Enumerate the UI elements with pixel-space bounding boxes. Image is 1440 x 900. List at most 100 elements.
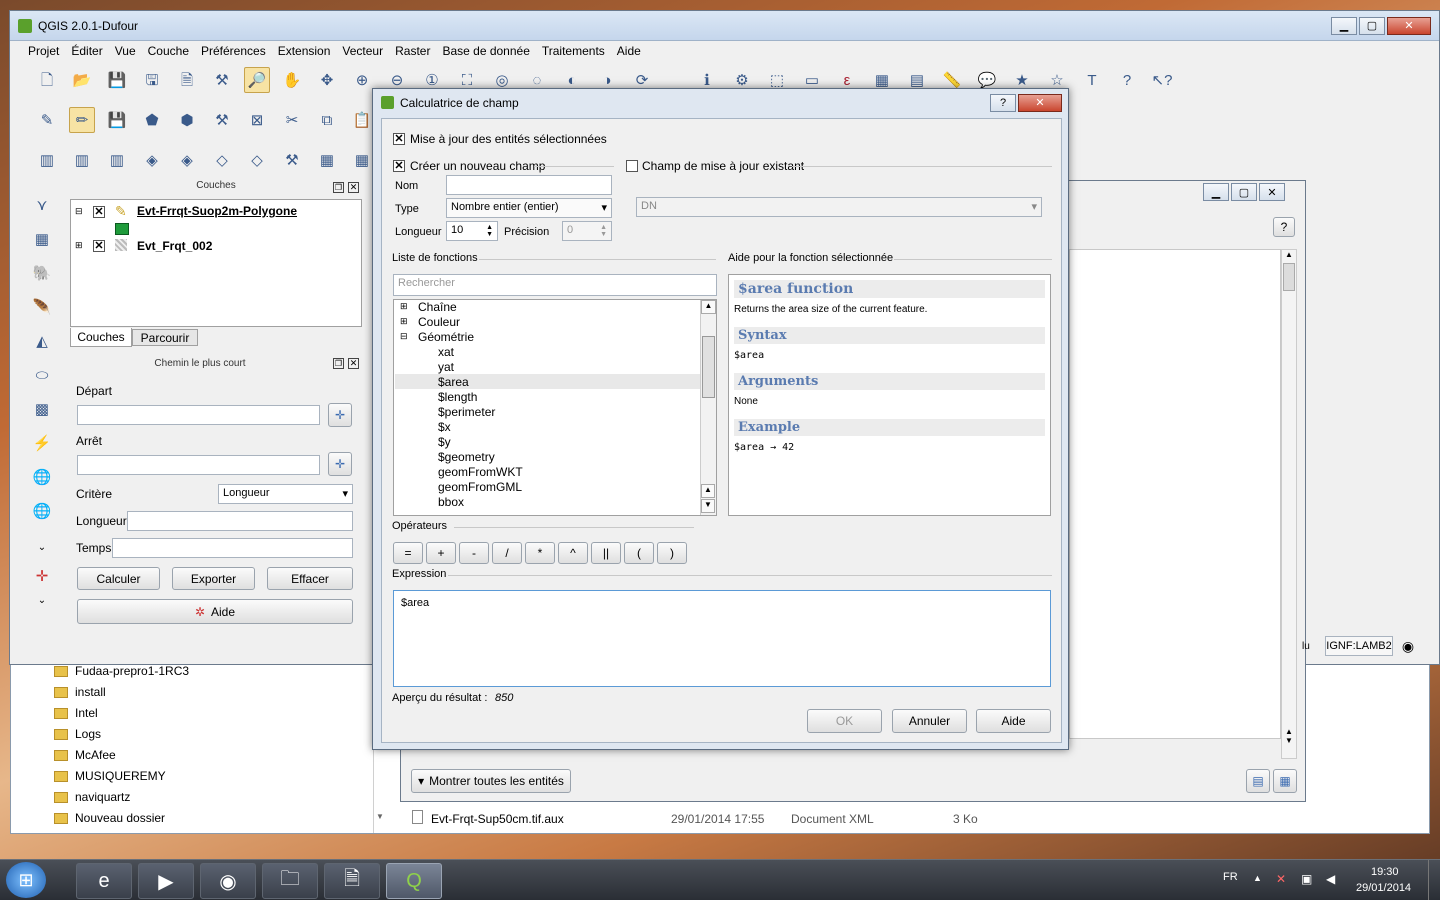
menu-vue[interactable]: Vue <box>115 44 136 58</box>
add-raster-layer-icon[interactable]: ▦ <box>29 226 55 252</box>
add-part-icon[interactable]: ◈ <box>174 147 200 173</box>
scroll-up-icon[interactable]: ▲ <box>701 300 716 314</box>
float-panel-icon[interactable]: ❐ <box>333 358 344 369</box>
explorer-folder-2[interactable]: Intel <box>54 706 98 720</box>
add-oracle-layer-icon[interactable]: ⬭ <box>29 362 55 388</box>
close-button[interactable]: ✕ <box>1018 93 1062 112</box>
critere-select[interactable]: Longueur ▾ <box>218 484 353 504</box>
table-view-icon[interactable]: ▤ <box>1246 769 1270 793</box>
menu-editer[interactable]: Éditer <box>71 44 102 58</box>
log-messages-icon[interactable]: ◉ <box>1397 636 1419 656</box>
whats-this-icon[interactable]: ↖? <box>1149 67 1175 93</box>
exporter-button[interactable]: Exporter <box>172 567 255 590</box>
scroll-thumb[interactable] <box>702 336 715 398</box>
copy-features-icon[interactable]: ⧉ <box>314 108 340 134</box>
node-tool-icon[interactable]: ⚒ <box>209 107 235 133</box>
network-alert-icon[interactable]: ✕ <box>1276 872 1286 886</box>
annuler-button[interactable]: Annuler <box>892 709 967 733</box>
explorer-folder-5[interactable]: MUSIQUEREMY <box>54 769 166 783</box>
tree-item-length[interactable]: $length <box>438 390 477 404</box>
layer-visibility-checkbox[interactable]: ✕ <box>93 240 105 252</box>
new-print-composer-icon[interactable]: 🗎 <box>174 70 200 96</box>
clock-time[interactable]: 19:30 <box>1371 866 1399 878</box>
menu-extension[interactable]: Extension <box>278 44 331 58</box>
offset-curve-icon[interactable]: ▦ <box>314 147 340 173</box>
layer-symbol-icon[interactable] <box>115 223 129 235</box>
effacer-button[interactable]: Effacer <box>267 567 353 590</box>
scroll-thumb[interactable] <box>1283 263 1295 291</box>
layer-visibility-checkbox[interactable]: ✕ <box>93 206 105 218</box>
scroll-down-icon[interactable]: ▲ ▼ <box>1281 727 1297 757</box>
scroll-up-icon[interactable]: ▲ <box>701 484 715 498</box>
existing-field-select[interactable]: DN ▾ <box>636 197 1042 217</box>
show-all-features-button[interactable]: ▾ Montrer toutes les entités <box>411 769 571 793</box>
crosshair-icon[interactable]: ✛ <box>29 563 55 589</box>
crs-button[interactable]: IGNF:LAMB2 <box>1325 636 1393 656</box>
cut-features-icon[interactable]: ✂ <box>279 107 305 133</box>
composer-manager-icon[interactable]: ⚒ <box>209 67 235 93</box>
operator-minus-button[interactable]: - <box>459 542 489 564</box>
close-panel-icon[interactable]: ✕ <box>348 182 359 193</box>
close-panel-icon[interactable]: ✕ <box>348 358 359 369</box>
open-project-icon[interactable]: 📂 <box>69 67 95 93</box>
redo-icon[interactable]: ▥ <box>69 147 95 173</box>
aide-button[interactable]: ✲ Aide <box>77 599 353 624</box>
collapse-icon[interactable]: ⊟ <box>400 331 408 342</box>
text-annotation-icon[interactable]: T <box>1079 68 1105 94</box>
spin-arrows-icon[interactable]: ▲ ▼ <box>600 224 607 238</box>
expand-icon[interactable]: ⊞ <box>400 301 408 312</box>
help-icon[interactable]: ? <box>1273 217 1295 237</box>
calculer-button[interactable]: Calculer <box>77 567 160 590</box>
file-name[interactable]: Evt-Frqt-Sup50cm.tif.aux <box>431 812 564 826</box>
add-wms-layer-icon[interactable]: ▩ <box>29 396 55 422</box>
tree-item-geometry[interactable]: $geometry <box>438 450 495 464</box>
explorer-folder-3[interactable]: Logs <box>54 727 101 741</box>
tree-item-perimeter[interactable]: $perimeter <box>438 405 495 419</box>
update-selected-checkbox[interactable]: ✕ <box>393 133 405 145</box>
scroll-up-icon[interactable]: ▲ <box>1282 250 1296 259</box>
language-indicator[interactable]: FR <box>1223 871 1238 883</box>
capture-point-icon[interactable]: ✛ <box>328 403 352 427</box>
operator-concat-button[interactable]: || <box>591 542 621 564</box>
internet-explorer-icon[interactable]: e <box>76 863 132 899</box>
move-feature-icon[interactable]: ⬢ <box>174 107 200 133</box>
tree-item-bbox[interactable]: bbox <box>438 495 464 509</box>
capture-point-icon[interactable]: ✛ <box>328 452 352 476</box>
attr-scrollbar[interactable]: ▲ <box>1281 249 1297 759</box>
operator-open-paren-button[interactable]: ( <box>624 542 654 564</box>
tree-group-chaine[interactable]: Chaîne <box>418 300 457 314</box>
layer-name[interactable]: Evt-Frrqt-Suop2m-Polygone <box>137 204 297 218</box>
nom-input[interactable] <box>446 175 612 195</box>
save-as-icon[interactable]: 🖫 <box>139 70 165 96</box>
menu-aide[interactable]: Aide <box>617 44 641 58</box>
float-panel-icon[interactable]: ❐ <box>333 182 344 193</box>
depart-input[interactable] <box>77 405 320 425</box>
precision-spinbox[interactable]: 0 ▲ ▼ <box>562 221 612 241</box>
create-new-field-checkbox[interactable]: ✕ <box>393 160 405 172</box>
add-wcs-layer-icon[interactable]: ⚡ <box>29 430 55 456</box>
tree-group-couleur[interactable]: Couleur <box>418 315 460 329</box>
qgis-taskbar-icon[interactable]: Q <box>386 863 442 899</box>
delete-part-icon[interactable]: ◇ <box>244 147 270 173</box>
close-button[interactable]: ✕ <box>1259 183 1285 201</box>
volume-icon[interactable]: ◀ <box>1326 872 1335 886</box>
add-delimited-text-icon[interactable]: 🌐 <box>29 498 55 524</box>
close-button[interactable]: ✕ <box>1387 16 1431 35</box>
tree-item-yat[interactable]: yat <box>438 360 454 374</box>
operator-plus-button[interactable]: + <box>426 542 456 564</box>
current-edits-icon[interactable]: ✎ <box>34 107 60 133</box>
explorer-folder-6[interactable]: naviquartz <box>54 790 130 804</box>
expression-editor[interactable]: $area <box>393 590 1051 687</box>
tree-item-xat[interactable]: xat <box>438 345 454 359</box>
update-existing-checkbox[interactable] <box>626 160 638 172</box>
delete-ring-icon[interactable]: ◇ <box>209 147 235 173</box>
menu-raster[interactable]: Raster <box>395 44 430 58</box>
tree-item-geomfromgml[interactable]: geomFromGML <box>438 480 522 494</box>
explorer-folder-7[interactable]: Nouveau dossier <box>54 811 165 825</box>
firefox-icon[interactable]: ◉ <box>200 863 256 899</box>
menu-vecteur[interactable]: Vecteur <box>342 44 383 58</box>
tree-item-geomfromwkt[interactable]: geomFromWKT <box>438 465 523 479</box>
toggle-editing-icon[interactable]: ✏ <box>69 107 95 133</box>
type-select[interactable]: Nombre entier (entier) ▾ <box>446 198 612 218</box>
more-tools-chevron-icon-2[interactable]: ⌄ <box>38 595 46 606</box>
